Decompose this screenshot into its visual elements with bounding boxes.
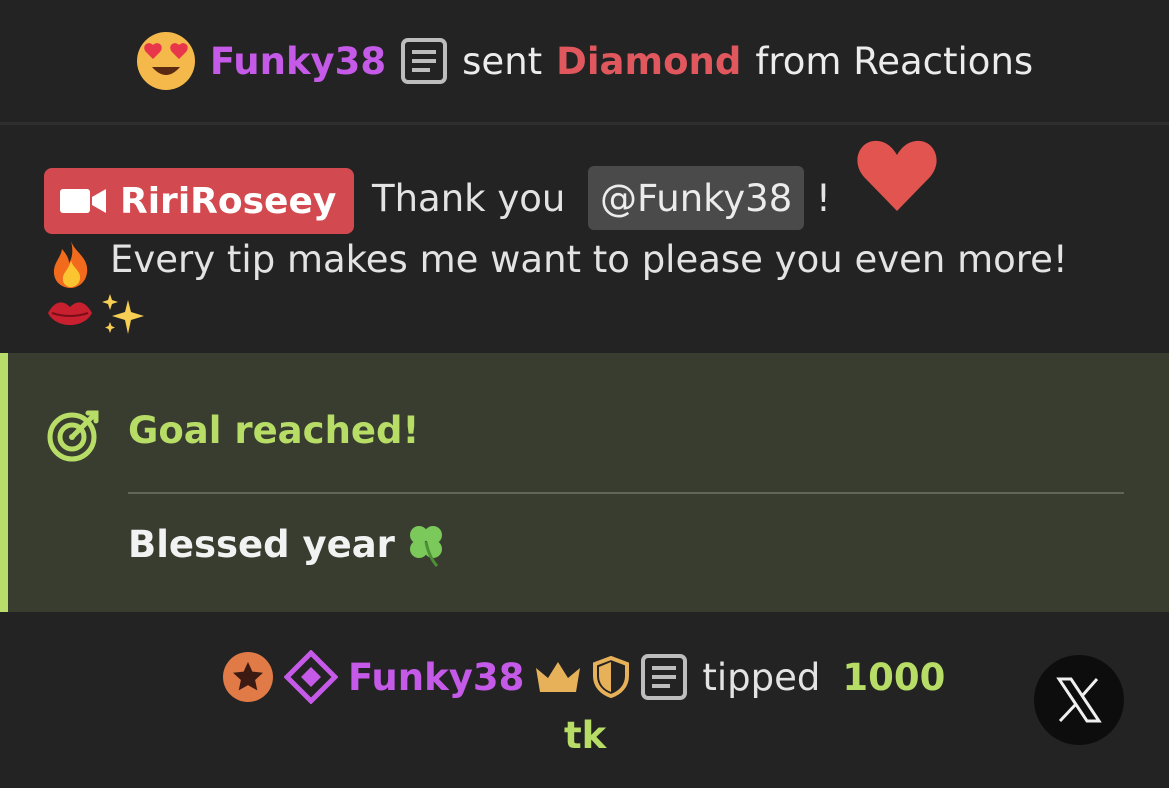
kiss-emoji-icon	[48, 302, 92, 325]
document-icon	[641, 654, 688, 700]
star-badge-icon	[223, 652, 273, 702]
document-icon	[401, 38, 448, 84]
tip-unit: tk	[564, 714, 607, 757]
message-greeting: Thank you	[372, 177, 566, 220]
close-button[interactable]	[1034, 655, 1124, 745]
gift-source: from Reactions	[755, 39, 1034, 83]
gift-name: Diamond	[556, 39, 742, 83]
message-punctuation: !	[816, 177, 831, 220]
tip-notification: Funky38 tipped 1000 tk	[0, 612, 1169, 788]
four-leaf-clover-icon	[410, 526, 442, 567]
mention-tag[interactable]: @Funky38	[588, 166, 805, 230]
tip-action: tipped	[702, 655, 821, 699]
tip-amount: 1000	[842, 655, 946, 699]
goal-title: Goal reached!	[128, 409, 420, 452]
goal-divider	[128, 492, 1124, 494]
fire-emoji-icon	[53, 241, 88, 288]
heart-icon	[857, 140, 937, 211]
x-close-icon	[1056, 677, 1102, 723]
crown-icon	[536, 662, 581, 692]
broadcaster-name: RiriRoseey	[120, 180, 337, 222]
sparkles-emoji-icon	[102, 294, 144, 334]
broadcaster-badge[interactable]: RiriRoseey	[44, 168, 354, 234]
tipper-username[interactable]: Funky38	[348, 656, 524, 699]
chat-message: RiriRoseey Thank you @Funky38 ! Every ti…	[0, 125, 1169, 353]
action-text: sent	[462, 39, 543, 83]
message-body: Every tip makes me want to please you ev…	[110, 238, 1068, 281]
goal-description: Blessed year	[128, 523, 395, 566]
goal-reached-card: Goal reached! Blessed year	[0, 353, 1169, 612]
shield-icon	[593, 656, 630, 698]
video-camera-icon	[60, 189, 106, 213]
target-icon	[47, 410, 99, 462]
heart-eyes-emoji-icon	[136, 32, 195, 90]
sender-username[interactable]: Funky38	[210, 40, 386, 83]
goal-accent-bar	[0, 353, 8, 612]
gift-notification: Funky38 sent Diamond from Reactions	[0, 0, 1169, 122]
tip-line: Funky38 tipped 1000	[222, 650, 955, 704]
diamond-badge-icon	[284, 650, 338, 704]
